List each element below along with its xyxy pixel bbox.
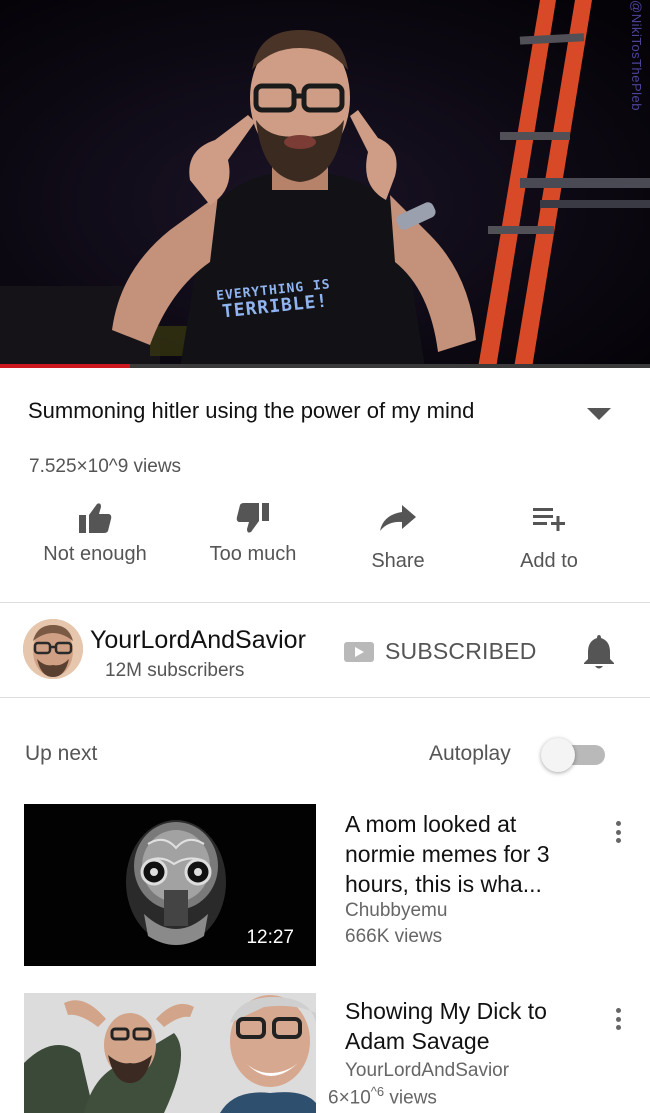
toggle-knob xyxy=(541,738,575,772)
views-suffix: views xyxy=(384,1087,437,1109)
dislike-label: Too much xyxy=(209,543,297,565)
recommendation-title[interactable]: A mom looked at normie memes for 3 hours… xyxy=(345,809,590,899)
more-options-icon[interactable] xyxy=(608,817,628,847)
divider xyxy=(0,697,650,698)
watermark: @NikiTosThePleb xyxy=(629,0,644,112)
video-thumbnail[interactable] xyxy=(24,993,316,1113)
two-people-image xyxy=(24,993,316,1113)
add-to-button[interactable]: Add to xyxy=(508,500,590,580)
add-to-label: Add to xyxy=(520,550,578,572)
autoplay-label: Autoplay xyxy=(429,742,511,765)
more-options-icon[interactable] xyxy=(608,1004,628,1034)
progress-bar[interactable] xyxy=(0,364,650,368)
up-next-heading: Up next xyxy=(25,742,98,765)
video-title: Summoning hitler using the power of my m… xyxy=(28,398,475,423)
expand-description-icon[interactable] xyxy=(587,408,611,420)
recommendation-channel: YourLordAndSavior xyxy=(345,1060,510,1081)
share-arrow-icon xyxy=(378,500,418,536)
recommendation-views: 666K views xyxy=(345,926,443,947)
recommendation-views: 6×10^6 views xyxy=(328,1084,437,1109)
like-label: Not enough xyxy=(43,543,147,565)
share-button[interactable]: Share xyxy=(355,500,441,580)
channel-avatar[interactable] xyxy=(23,619,83,679)
dislike-button[interactable]: Too much xyxy=(190,500,316,580)
views-base: 6×10 xyxy=(328,1087,371,1109)
recommendation-channel: Chubbyemu xyxy=(345,900,448,921)
divider xyxy=(0,602,650,603)
progress-fill xyxy=(0,364,130,368)
playlist-add-icon xyxy=(531,500,567,536)
video-frame xyxy=(0,0,650,368)
video-thumbnail[interactable]: 12:27 xyxy=(24,804,316,966)
view-count: 7.525×10^9 views xyxy=(29,456,182,477)
thumbs-up-icon xyxy=(77,500,113,536)
subscribed-button[interactable]: SUBSCRIBED xyxy=(385,638,537,665)
subscriber-count: 12M subscribers xyxy=(105,660,245,681)
channel-name[interactable]: YourLordAndSavior xyxy=(90,626,306,655)
video-duration: 12:27 xyxy=(246,927,294,948)
share-label: Share xyxy=(371,550,425,572)
notification-bell-icon[interactable] xyxy=(583,632,615,670)
views-exponent: ^6 xyxy=(370,1084,385,1099)
like-button[interactable]: Not enough xyxy=(32,500,158,580)
video-player[interactable]: EVERYTHING IS TERRIBLE! @NikiTosThePleb xyxy=(0,0,650,368)
autoplay-toggle[interactable] xyxy=(541,738,607,772)
recommendation-title[interactable]: Showing My Dick to Adam Savage xyxy=(345,996,590,1056)
thumbs-down-icon xyxy=(235,500,271,536)
youtube-play-icon xyxy=(344,642,374,662)
